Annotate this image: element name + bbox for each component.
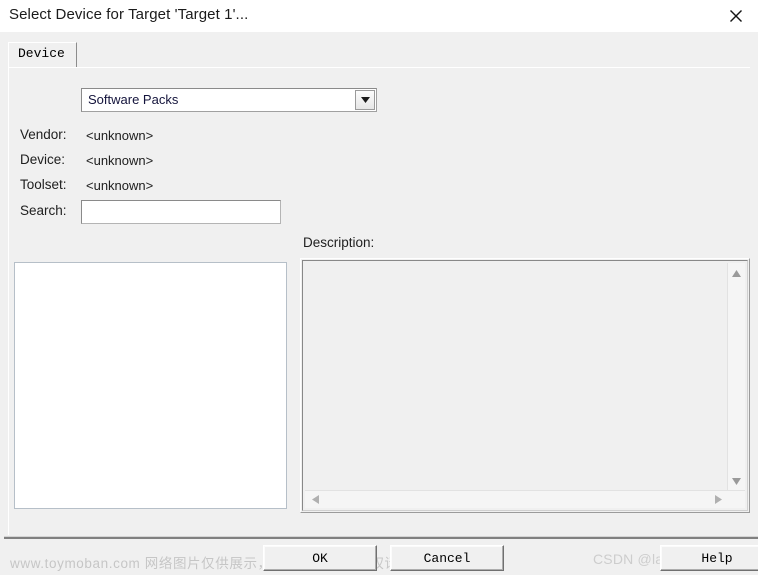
search-input[interactable]	[81, 200, 281, 224]
triangle-up-icon[interactable]	[728, 266, 745, 280]
tab-strip	[0, 32, 758, 42]
description-label: Description:	[303, 235, 375, 250]
device-label: Device:	[20, 152, 66, 167]
footer-separator	[4, 536, 758, 539]
vendor-value: <unknown>	[86, 128, 154, 143]
toolset-label: Toolset:	[20, 177, 67, 192]
chevron-down-icon[interactable]	[355, 90, 375, 110]
description-panel	[300, 258, 750, 513]
search-label: Search:	[20, 203, 67, 218]
device-value: <unknown>	[86, 153, 154, 168]
ok-button[interactable]: OK	[263, 545, 377, 571]
software-packs-combo-value: Software Packs	[88, 92, 179, 107]
help-button-label: Help	[701, 550, 733, 566]
toolset-value: <unknown>	[86, 178, 154, 193]
close-icon[interactable]	[713, 0, 758, 31]
help-button[interactable]: Help	[660, 545, 758, 571]
select-device-dialog: Select Device for Target 'Target 1'... D…	[0, 0, 758, 575]
software-packs-combo[interactable]: Software Packs	[81, 88, 377, 112]
cancel-button[interactable]: Cancel	[390, 545, 504, 571]
triangle-left-icon[interactable]	[308, 491, 322, 508]
dialog-title: Select Device for Target 'Target 1'...	[9, 6, 249, 23]
triangle-right-icon[interactable]	[711, 491, 725, 508]
device-list[interactable]	[14, 262, 287, 509]
description-vertical-scrollbar[interactable]	[727, 263, 745, 491]
ok-button-label: OK	[312, 550, 328, 566]
triangle-down-icon[interactable]	[728, 474, 745, 488]
vendor-label: Vendor:	[20, 127, 67, 142]
cancel-button-label: Cancel	[423, 550, 471, 566]
description-horizontal-scrollbar[interactable]	[305, 490, 745, 508]
tab-device[interactable]: Device	[8, 42, 77, 67]
tab-device-label: Device	[18, 46, 65, 61]
title-bar: Select Device for Target 'Target 1'...	[0, 0, 758, 32]
description-panel-inner	[302, 260, 748, 511]
